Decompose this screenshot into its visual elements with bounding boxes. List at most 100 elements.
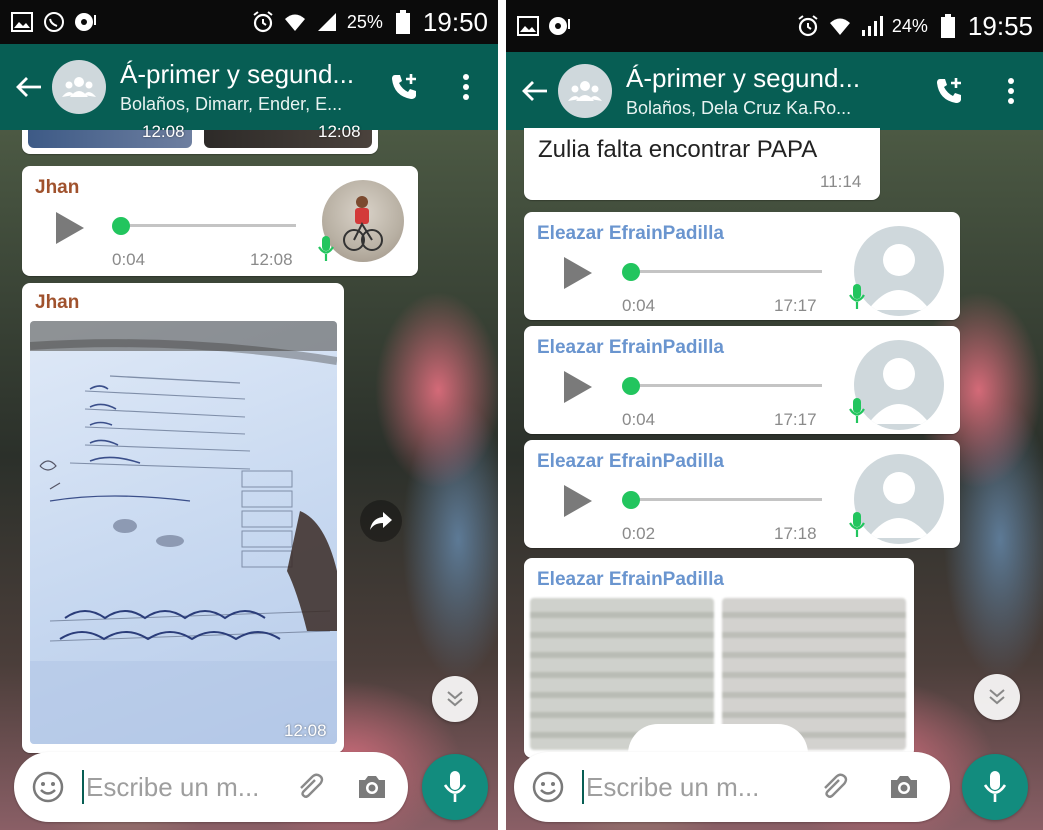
default-avatar[interactable] (854, 340, 944, 430)
audio-track[interactable] (116, 224, 296, 227)
chat-header: Á-primer y segund... Bolaños, Dimarr, En… (0, 44, 498, 130)
chevron-double-down-icon (989, 689, 1005, 705)
sender-name[interactable]: Eleazar EfrainPadilla (537, 569, 724, 591)
back-arrow-icon (522, 81, 547, 101)
battery-icon (936, 14, 960, 38)
audio-track[interactable] (628, 270, 822, 273)
more-vert-icon (1008, 78, 1014, 104)
gallery-icon (10, 10, 34, 34)
group-members: Bolaños, Dimarr, Ender, E... (120, 94, 343, 114)
group-avatar[interactable] (558, 64, 612, 118)
attach-button[interactable] (290, 767, 330, 807)
image-message: Eleazar EfrainPadilla (524, 558, 914, 784)
scroll-to-bottom-button[interactable] (974, 674, 1020, 720)
alarm-icon (796, 14, 820, 38)
add-call-button[interactable] (382, 65, 426, 109)
camera-icon (891, 776, 917, 798)
add-call-button[interactable] (927, 69, 971, 113)
message-time: 12:08 (250, 250, 293, 269)
text-message: Zulia falta encontrar PAPA 11:14 (524, 128, 880, 200)
audio-track[interactable] (628, 498, 822, 501)
attach-button[interactable] (814, 767, 854, 807)
whatsapp-icon (42, 10, 66, 34)
emoji-button[interactable] (528, 767, 568, 807)
play-icon (56, 212, 84, 244)
sender-name[interactable]: Jhan (35, 292, 79, 314)
status-bar: 25% 19:50 (0, 0, 498, 44)
audio-progress-handle[interactable] (622, 491, 640, 509)
photo-message-cropped[interactable]: 12:08 12:08 (22, 122, 378, 154)
emoji-icon (32, 771, 64, 803)
voice-record-button[interactable] (962, 754, 1028, 820)
default-avatar[interactable] (854, 226, 944, 316)
message-time: 12:08 (284, 721, 327, 740)
sender-name[interactable]: Eleazar EfrainPadilla (537, 337, 724, 359)
wifi-icon (283, 10, 307, 34)
composer-pill (514, 752, 950, 822)
chevron-double-down-icon (447, 691, 463, 707)
audio-duration: 0:02 (622, 524, 656, 543)
message-time: 11:14 (820, 172, 862, 191)
voice-message: Eleazar EfrainPadilla 0:04 17:17 (524, 212, 960, 320)
play-button[interactable] (54, 211, 86, 250)
microphone-icon (443, 771, 467, 802)
photo-timestamp: 12:08 (142, 122, 185, 141)
back-button[interactable] (516, 72, 554, 110)
audio-progress-handle[interactable] (112, 217, 130, 235)
play-button[interactable] (562, 370, 594, 409)
message-time: 17:17 (774, 296, 817, 315)
audio-progress-handle[interactable] (622, 377, 640, 395)
voice-message: Jhan 0:04 12:08 (22, 166, 418, 276)
emoji-button[interactable] (28, 767, 68, 807)
voice-record-button[interactable] (422, 754, 488, 820)
play-icon (564, 257, 592, 289)
group-title: Á-primer y segund... (626, 63, 861, 93)
chat-header: Á-primer y segund... Bolaños, Dela Cruz … (506, 52, 1043, 130)
paperclip-icon (824, 773, 848, 798)
photo-timestamp: 12:08 (318, 122, 361, 141)
add-call-icon (937, 78, 961, 103)
composer-bar (0, 744, 498, 830)
chat-title-block[interactable]: Á-primer y segund... Bolaños, Dimarr, En… (120, 59, 382, 115)
play-button[interactable] (562, 256, 594, 295)
forward-button[interactable] (360, 500, 402, 542)
default-avatar[interactable] (854, 454, 944, 544)
message-time: 17:18 (774, 524, 817, 543)
composer-bar (506, 744, 1043, 830)
emoji-icon (532, 771, 564, 803)
mic-icon (848, 284, 866, 310)
more-options-button[interactable] (989, 69, 1033, 113)
mic-icon (848, 512, 866, 538)
play-button[interactable] (562, 484, 594, 523)
message-input[interactable] (86, 771, 276, 803)
battery-percent: 25% (346, 11, 383, 32)
clock: 19:55 (967, 10, 1033, 41)
audio-progress-handle[interactable] (622, 263, 640, 281)
chat-screen-right: 24% 19:55 Á-primer y segund... Bolaños, … (506, 0, 1043, 830)
camera-button[interactable] (884, 767, 924, 807)
sender-name[interactable]: Jhan (35, 177, 79, 199)
back-button[interactable] (10, 68, 48, 106)
more-options-button[interactable] (444, 65, 488, 109)
group-members: Bolaños, Dela Cruz Ka.Ro... (626, 98, 852, 118)
audio-track[interactable] (628, 384, 822, 387)
alarm-icon (251, 10, 275, 34)
message-input[interactable] (586, 771, 796, 803)
voice-message: Eleazar EfrainPadilla 0:04 17:17 (524, 326, 960, 434)
chat-title-block[interactable]: Á-primer y segund... Bolaños, Dela Cruz … (626, 63, 927, 119)
sender-name[interactable]: Eleazar EfrainPadilla (537, 223, 724, 245)
clock: 19:50 (422, 6, 488, 37)
location-icon (548, 14, 572, 38)
location-icon (74, 10, 98, 34)
more-vert-icon (463, 74, 469, 100)
audio-duration: 0:04 (622, 296, 656, 315)
chat-screen-left: 25% 19:50 Á-primer y segund... Bolaños, … (0, 0, 498, 830)
message-time: 17:17 (774, 410, 817, 429)
worksheet-photo[interactable]: 12:08 (30, 321, 337, 744)
camera-button[interactable] (352, 767, 392, 807)
mic-icon (848, 398, 866, 424)
play-icon (564, 485, 592, 517)
sender-name[interactable]: Eleazar EfrainPadilla (537, 451, 724, 473)
group-avatar[interactable] (52, 60, 106, 114)
scroll-to-bottom-button[interactable] (432, 676, 478, 722)
